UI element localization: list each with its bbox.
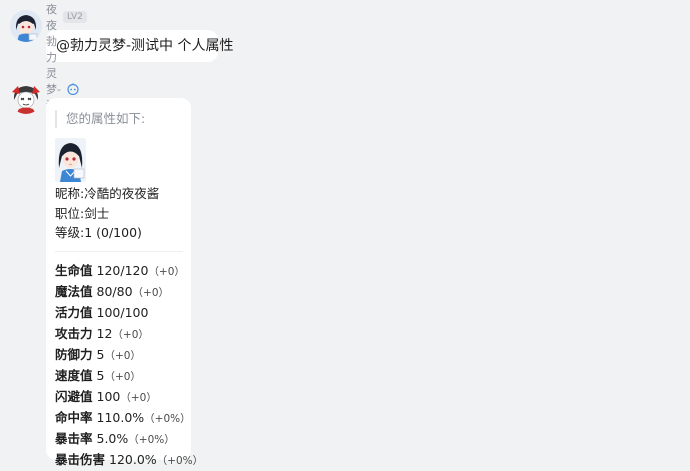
stat-name: 活力值	[55, 304, 93, 320]
stat-delta: （+0）	[104, 349, 141, 362]
level-badge: LV2	[63, 11, 87, 23]
stat-name: 闪避值	[55, 388, 93, 404]
info-value: 剑士	[84, 205, 110, 221]
info-row: 昵称:冷酷的夜夜酱	[55, 184, 191, 204]
info-label: 等级:	[55, 225, 85, 240]
stat-value: 120.0%	[109, 451, 157, 467]
info-value: 冷酷的夜夜酱	[84, 186, 160, 201]
stat-value: 80/80	[96, 283, 133, 299]
stat-name: 速度值	[55, 367, 93, 383]
stat-row: 命中率 110.0%（+0%）	[55, 408, 191, 429]
stat-row: 暴击伤害 120.0%（+0%）	[55, 450, 203, 471]
stat-name: 防御力	[55, 346, 93, 362]
stat-name: 暴击率	[55, 430, 93, 446]
divider	[55, 250, 183, 252]
info-label: 昵称:	[55, 186, 85, 201]
stat-name: 暴击伤害	[55, 451, 106, 467]
stat-delta: （+0）	[112, 328, 149, 341]
bot-avatar[interactable]	[10, 82, 42, 114]
message-bubble[interactable]: 您的属性如下: 昵称:冷酷的夜夜酱 职位:剑士 等级:1 (0/100) 生命值…	[46, 98, 203, 467]
stat-row: 活力值 100/100	[55, 303, 191, 324]
stat-row: 闪避值 100（+0）	[55, 387, 191, 408]
sender-name[interactable]: 夜夜	[46, 1, 57, 33]
stat-row: 速度值 5（+0）	[55, 366, 191, 387]
quote-text: 您的属性如下:	[55, 110, 191, 128]
stat-name: 魔法值	[55, 283, 93, 299]
stat-name: 生命值	[55, 262, 93, 278]
stat-value: 100	[96, 388, 121, 404]
character-info: 昵称:冷酷的夜夜酱 职位:剑士 等级:1 (0/100)	[55, 184, 191, 243]
stat-value: 120/120	[96, 262, 149, 278]
info-label: 职位:	[55, 205, 85, 221]
stats-list: 生命值 120/120（+0） 魔法值 80/80（+0） 活力值 100/10…	[55, 261, 203, 471]
stat-delta: （+0%）	[156, 454, 204, 467]
stat-value: 100/100	[96, 304, 149, 320]
stat-row: 攻击力 12（+0）	[55, 324, 191, 345]
stat-row: 魔法值 80/80（+0）	[55, 282, 191, 303]
stat-delta: （+0）	[132, 286, 170, 299]
stat-value: 5.0%	[96, 430, 129, 446]
stat-delta: （+0）	[104, 370, 141, 383]
stat-name: 攻击力	[55, 325, 93, 341]
message-text: @勃力灵梦-测试中 个人属性	[56, 38, 234, 54]
bot-icon	[67, 83, 79, 96]
stat-name: 命中率	[55, 409, 93, 425]
character-image	[55, 138, 86, 182]
stat-delta: （+0）	[148, 265, 185, 278]
info-value: 1 (0/100)	[84, 225, 142, 240]
stat-value: 110.0%	[96, 409, 145, 425]
stat-delta: （+0）	[120, 391, 157, 404]
stat-value: 12	[96, 325, 113, 341]
info-row: 等级:1 (0/100)	[55, 223, 191, 243]
user-avatar[interactable]	[10, 10, 42, 42]
sender-row: 勃力灵梦-测试中	[46, 35, 79, 144]
user-avatar-image	[10, 10, 42, 42]
info-row: 职位:剑士	[55, 204, 191, 224]
message-bubble[interactable]: @勃力灵梦-测试中 个人属性	[46, 30, 234, 62]
stat-delta: （+0%）	[144, 412, 191, 425]
stat-delta: （+0%）	[128, 433, 175, 446]
stat-row: 暴击率 5.0%（+0%）	[55, 429, 191, 450]
stat-row: 防御力 5（+0）	[55, 345, 191, 366]
bot-avatar-image	[10, 82, 42, 114]
stat-row: 生命值 120/120（+0）	[55, 261, 191, 282]
sender-row: 夜夜 LV2	[46, 3, 87, 32]
